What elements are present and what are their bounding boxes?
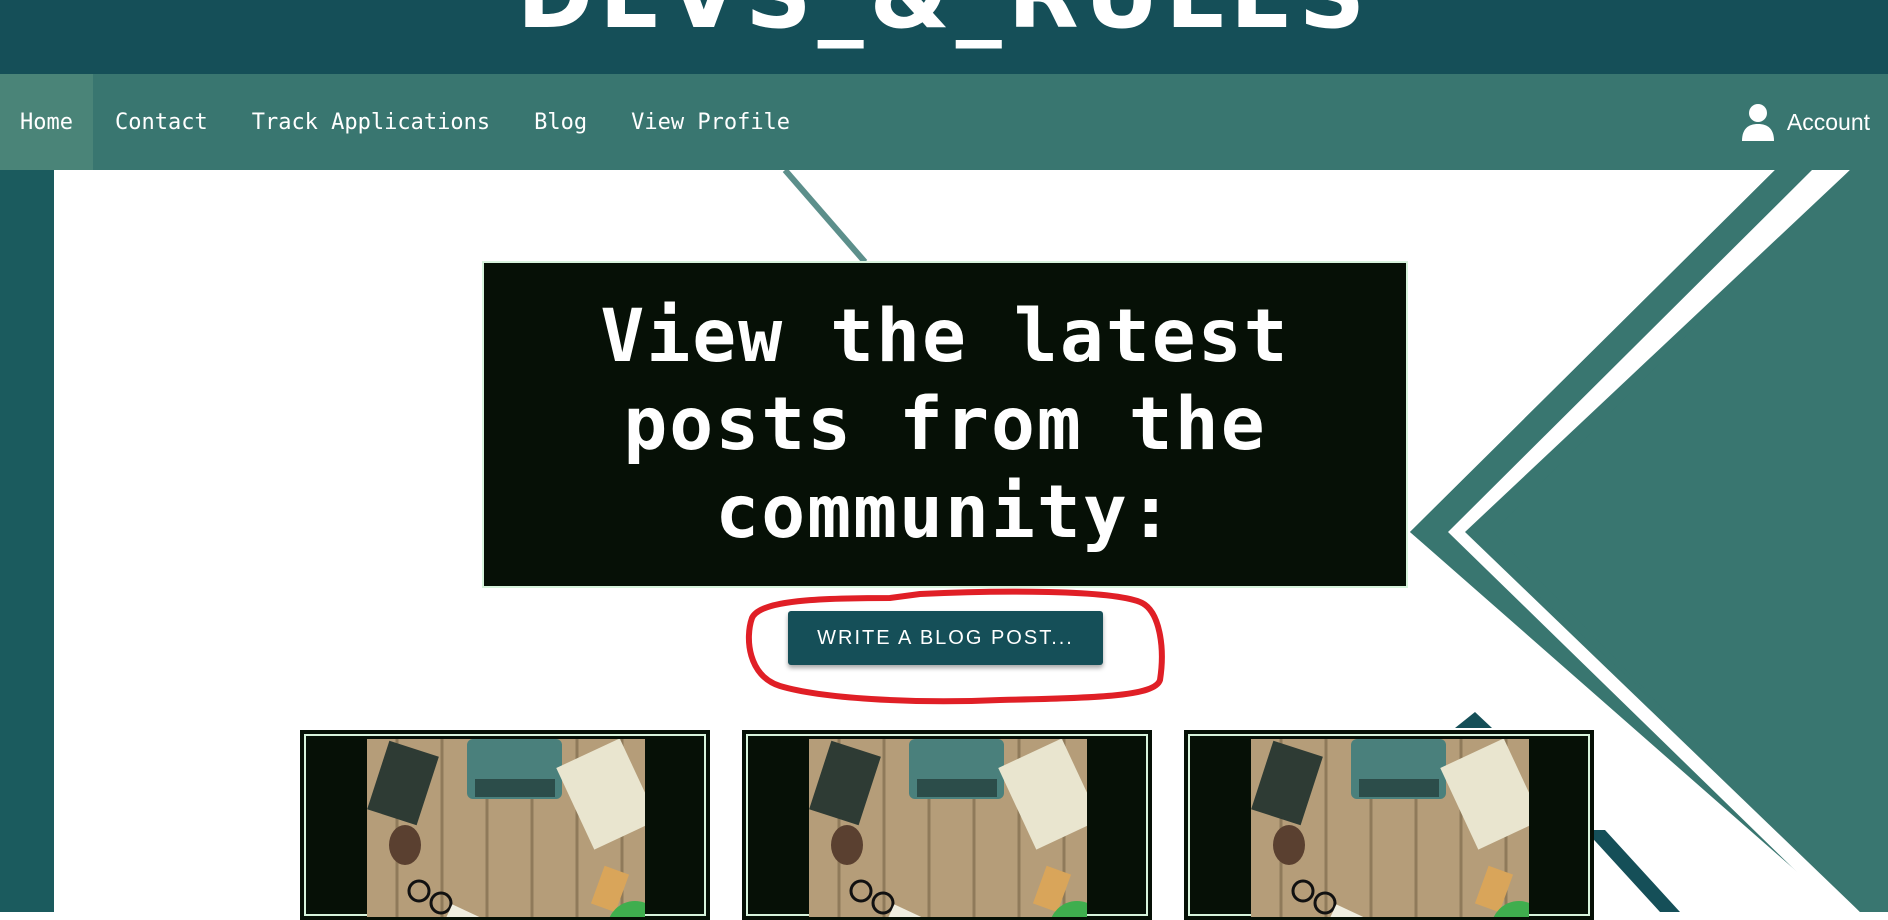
hero-banner: View the latest posts from the community… [482,261,1408,588]
blog-card-image [809,739,1087,917]
write-blog-post-button[interactable]: WRITE A BLOG POST... [788,611,1103,665]
nav-item-home[interactable]: Home [0,74,93,170]
nav-item-contact[interactable]: Contact [93,74,230,170]
top-banner: DEVS_&_RULES [0,0,1888,74]
account-label: Account [1786,108,1870,135]
user-icon [1741,104,1774,141]
nav-item-view-profile[interactable]: View Profile [609,74,812,170]
account-menu[interactable]: Account [1741,74,1870,170]
nav-item-blog[interactable]: Blog [512,74,609,170]
blog-card[interactable] [1184,730,1594,920]
blog-card-image [1251,739,1529,917]
blog-card-image [367,739,645,917]
nav-item-track-applications[interactable]: Track Applications [230,74,512,170]
hero-heading: View the latest posts from the community… [600,293,1290,555]
blog-card[interactable] [742,730,1152,920]
blog-card[interactable] [300,730,710,920]
site-title: DEVS_&_RULES [0,0,1888,49]
main-navbar: Home Contact Track Applications Blog Vie… [0,74,1888,170]
